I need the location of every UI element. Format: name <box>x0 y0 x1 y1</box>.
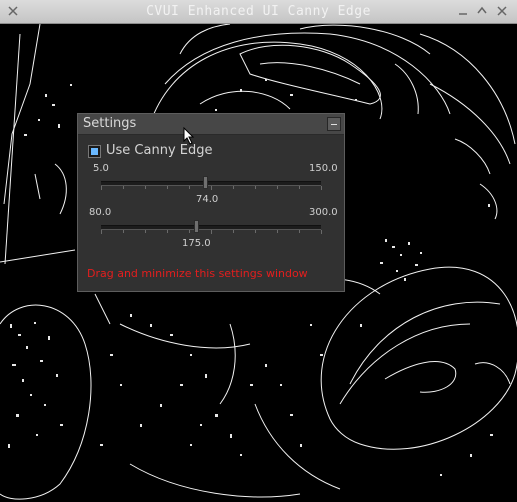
slider1-max-label: 150.0 <box>309 163 338 174</box>
slider2-value: 175.0 <box>182 238 211 249</box>
settings-title-bar[interactable]: Settings <box>78 114 344 135</box>
slider2-ticks <box>101 230 322 234</box>
settings-hint-message: Drag and minimize this settings window <box>87 267 308 280</box>
slider1-handle[interactable] <box>203 176 209 189</box>
settings-panel[interactable]: Settings Use Canny Edge 5.0 150.0 74.0 8… <box>77 113 345 292</box>
canny-edge-checkbox[interactable] <box>88 145 101 158</box>
slider1-min-label: 5.0 <box>93 163 109 174</box>
window-title-bar[interactable]: CVUI Enhanced UI Canny Edge <box>0 0 517 24</box>
slider2-handle[interactable] <box>193 220 199 233</box>
mouse-cursor-icon <box>183 127 195 145</box>
maximize-icon[interactable] <box>475 4 489 18</box>
settings-minimize-button[interactable] <box>327 117 341 131</box>
canny-edge-checkbox-label[interactable]: Use Canny Edge <box>106 143 212 158</box>
settings-title: Settings <box>83 116 137 131</box>
window-title: CVUI Enhanced UI Canny Edge <box>146 4 371 19</box>
slider1-ticks <box>101 186 322 190</box>
slider2-min-label: 80.0 <box>89 207 112 218</box>
slider2-max-label: 300.0 <box>309 207 338 218</box>
window-close-icon[interactable] <box>495 4 509 18</box>
minimize-icon[interactable] <box>456 4 470 18</box>
slider1-value: 74.0 <box>196 194 219 205</box>
